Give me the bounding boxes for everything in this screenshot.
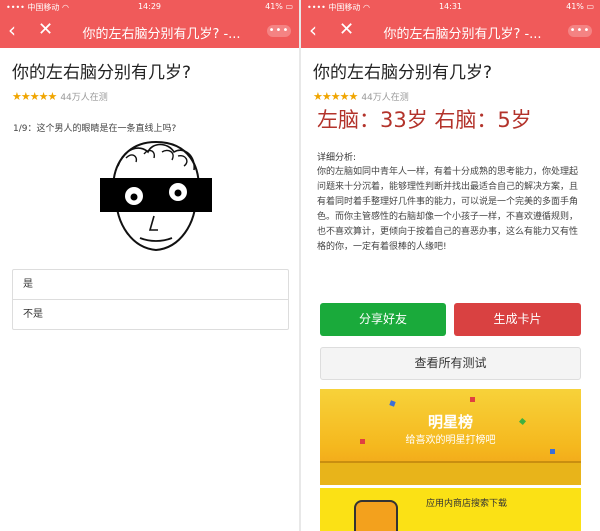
face-illusion-image: [100, 140, 212, 252]
confetti: [389, 400, 396, 407]
analysis-label: 详细分析:: [317, 153, 357, 163]
share-button[interactable]: 分享好友: [320, 303, 446, 336]
confetti: [470, 397, 475, 402]
status-time: 14:29: [137, 2, 162, 11]
star-ranking-banner[interactable]: 明星榜 给喜欢的明星打榜吧: [320, 389, 581, 485]
status-bar: •••• 中国移动 ◠ 14:31 41% ▭: [301, 0, 600, 14]
more-icon[interactable]: •••: [568, 25, 592, 37]
close-icon[interactable]: ✕: [38, 19, 53, 41]
star-icon: ★★★★★: [12, 90, 57, 103]
left-screen: •••• 中国移动 ◠ 14:29 41% ▭ ‹ ✕ 你的左右脑分别有几岁? …: [0, 0, 299, 531]
answer-options: 是 不是: [12, 269, 289, 330]
rating: ★★★★★ 44万人在测: [12, 90, 299, 103]
option-no[interactable]: 不是: [13, 299, 288, 329]
right-screen: •••• 中国移动 ◠ 14:31 41% ▭ ‹ ✕ 你的左右脑分别有几岁? …: [301, 0, 600, 531]
battery-icon: ▭: [285, 2, 293, 11]
page-title: 你的左右脑分别有几岁?: [313, 63, 493, 83]
header-title: 你的左右脑分别有几岁? -...: [82, 27, 241, 42]
view-all-tests-button[interactable]: 查看所有测试: [320, 347, 581, 380]
title-bar: ‹ ✕ 你的左右脑分别有几岁? -... •••: [301, 14, 600, 48]
banner-title: 明星榜: [427, 413, 473, 431]
back-arrow-icon[interactable]: ‹: [8, 19, 16, 41]
battery-level: 41%: [265, 2, 283, 11]
banner-crowd: [320, 461, 581, 485]
battery-level: 41%: [566, 2, 584, 11]
participants-count: 44万人在测: [361, 93, 409, 103]
question-text: 1/9：这个男人的眼睛是在一条直线上吗?: [13, 124, 177, 134]
status-bar: •••• 中国移动 ◠ 14:29 41% ▭: [0, 0, 299, 14]
page-title: 你的左右脑分别有几岁?: [12, 63, 192, 83]
rating: ★★★★★ 44万人在测: [313, 90, 600, 103]
analysis-text: 你的左脑如同中青年人一样，有着十分成熟的思考能力，你处理起问题来十分沉着，能够理…: [317, 167, 579, 252]
star-icon: ★★★★★: [313, 90, 358, 103]
app-logo-icon: [354, 500, 398, 531]
generate-card-button[interactable]: 生成卡片: [454, 303, 581, 336]
result-ages: 左脑：33岁 右脑：5岁: [317, 108, 532, 132]
header-title: 你的左右脑分别有几岁? -...: [383, 27, 542, 42]
back-arrow-icon[interactable]: ‹: [309, 19, 317, 41]
confetti: [550, 449, 555, 454]
option-yes[interactable]: 是: [13, 270, 288, 299]
battery-icon: ▭: [586, 2, 594, 11]
app-download-banner[interactable]: 应用内商店搜索下载: [320, 488, 581, 531]
participants-count: 44万人在测: [60, 93, 108, 103]
status-time: 14:31: [438, 2, 463, 11]
banner-subtitle: 给喜欢的明星打榜吧: [405, 435, 496, 446]
more-icon[interactable]: •••: [267, 25, 291, 37]
title-bar: ‹ ✕ 你的左右脑分别有几岁? -... •••: [0, 14, 299, 48]
close-icon[interactable]: ✕: [339, 19, 354, 41]
banner-download-text: 应用内商店搜索下载: [426, 499, 508, 509]
